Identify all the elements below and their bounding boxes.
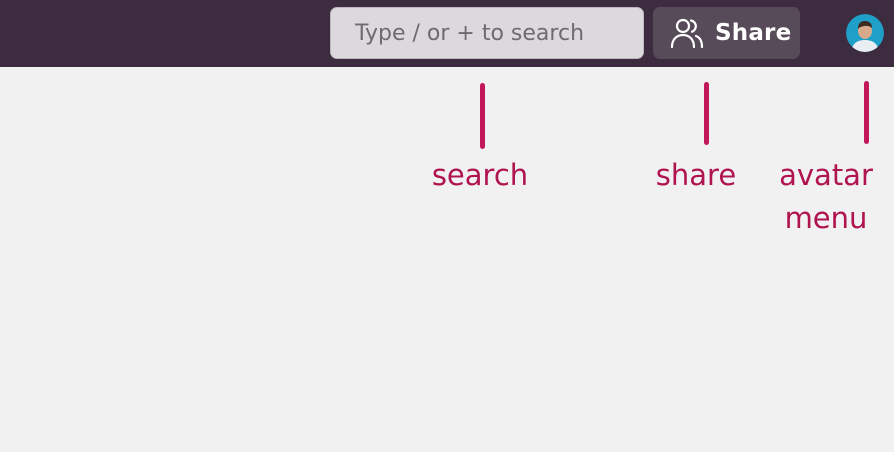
search-input[interactable] [330,7,644,59]
avatar-menu-annotation: avatar menu [770,154,882,240]
share-button-label: Share [715,20,792,46]
search-pointer-line [480,83,485,149]
user-avatar [846,14,884,52]
share-annotation: share [655,158,737,192]
avatar-annotation-line1: avatar [779,158,873,192]
share-pointer-line [704,82,709,145]
users-icon [669,15,705,51]
avatar-annotation-line2: menu [784,201,868,235]
avatar-menu-button[interactable] [846,14,884,52]
top-bar: Share [0,0,894,67]
avatar-pointer-line [864,81,869,144]
share-button[interactable]: Share [653,7,800,59]
search-annotation: search [431,158,529,192]
